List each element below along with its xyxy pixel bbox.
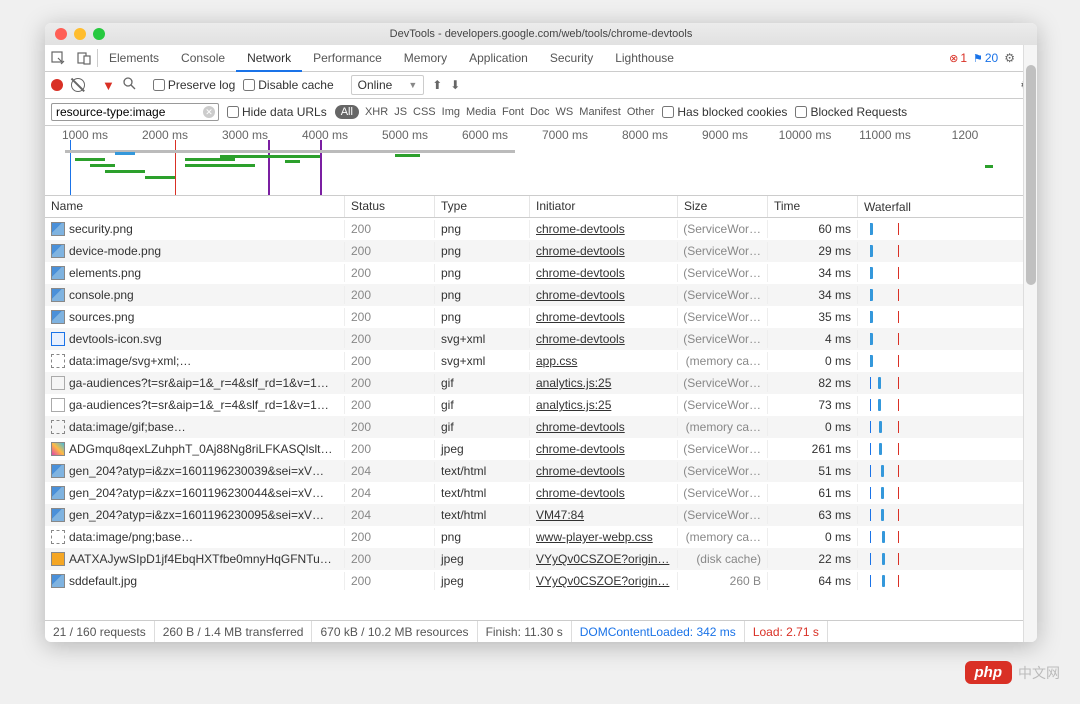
- settings-icon[interactable]: ⚙: [1004, 51, 1015, 65]
- status-load: Load: 2.71 s: [745, 621, 828, 642]
- table-row[interactable]: ADGmqu8qexLZuhphT_0Aj88Ng8riLFKASQlslt…2…: [45, 438, 1037, 460]
- file-icon: [51, 552, 65, 566]
- filter-type-xhr[interactable]: XHR: [365, 106, 388, 118]
- record-button[interactable]: [51, 79, 63, 91]
- download-icon[interactable]: ⬇: [450, 78, 460, 92]
- table-row[interactable]: console.png200pngchrome-devtools(Service…: [45, 284, 1037, 306]
- col-status: Status: [345, 196, 435, 217]
- file-icon: [51, 332, 65, 346]
- table-row[interactable]: data:image/png;base…200pngwww-player-web…: [45, 526, 1037, 548]
- tab-elements[interactable]: Elements: [98, 45, 170, 72]
- file-icon: [51, 310, 65, 324]
- filter-type-font[interactable]: Font: [502, 106, 524, 118]
- device-toggle-icon[interactable]: [71, 45, 97, 71]
- watermark: php 中文网: [965, 661, 1061, 684]
- preserve-log-checkbox[interactable]: Preserve log: [153, 78, 235, 92]
- hide-data-urls-checkbox[interactable]: Hide data URLs: [227, 105, 327, 119]
- table-row[interactable]: sources.png200pngchrome-devtools(Service…: [45, 306, 1037, 328]
- upload-icon[interactable]: ⬆: [432, 78, 442, 92]
- file-icon: [51, 288, 65, 302]
- col-name: Name: [45, 196, 345, 217]
- tab-memory[interactable]: Memory: [393, 45, 458, 72]
- table-row[interactable]: ga-audiences?t=sr&aip=1&_r=4&slf_rd=1&v=…: [45, 394, 1037, 416]
- file-icon: [51, 530, 65, 544]
- col-time: Time: [768, 196, 858, 217]
- status-requests: 21 / 160 requests: [45, 621, 155, 642]
- table-row[interactable]: ga-audiences?t=sr&aip=1&_r=4&slf_rd=1&v=…: [45, 372, 1037, 394]
- file-icon: [51, 486, 65, 500]
- file-icon: [51, 354, 65, 368]
- table-row[interactable]: elements.png200pngchrome-devtools(Servic…: [45, 262, 1037, 284]
- tab-application[interactable]: Application: [458, 45, 539, 72]
- table-row[interactable]: gen_204?atyp=i&zx=1601196230044&sei=xV…2…: [45, 482, 1037, 504]
- col-initiator: Initiator: [530, 196, 678, 217]
- tab-security[interactable]: Security: [539, 45, 604, 72]
- table-row[interactable]: AATXAJywSIpD1jf4EbqHXTfbe0mnyHqGFNTu…200…: [45, 548, 1037, 570]
- col-waterfall: Waterfall▲: [858, 196, 1037, 217]
- file-icon: [51, 420, 65, 434]
- status-finish: Finish: 11.30 s: [478, 621, 572, 642]
- clear-button[interactable]: [71, 78, 85, 92]
- file-icon: [51, 508, 65, 522]
- filter-type-css[interactable]: CSS: [413, 106, 436, 118]
- file-icon: [51, 266, 65, 280]
- file-icon: [51, 442, 65, 456]
- error-badge[interactable]: ⊗1: [949, 51, 967, 65]
- tab-network[interactable]: Network: [236, 45, 302, 72]
- window-titlebar: DevTools - developers.google.com/web/too…: [45, 23, 1037, 45]
- col-size: Size: [678, 196, 768, 217]
- filter-type-media[interactable]: Media: [466, 106, 496, 118]
- table-row[interactable]: data:image/gif;base…200gifchrome-devtool…: [45, 416, 1037, 438]
- status-domcontentloaded: DOMContentLoaded: 342 ms: [572, 621, 745, 642]
- table-row[interactable]: gen_204?atyp=i&zx=1601196230039&sei=xV…2…: [45, 460, 1037, 482]
- table-row[interactable]: devtools-icon.svg200svg+xmlchrome-devtoo…: [45, 328, 1037, 350]
- filter-type-img[interactable]: Img: [442, 106, 460, 118]
- filter-input[interactable]: ✕: [51, 103, 219, 121]
- blocked-cookies-checkbox[interactable]: Has blocked cookies: [662, 105, 787, 119]
- status-bar: 21 / 160 requests 260 B / 1.4 MB transfe…: [45, 620, 1037, 642]
- file-icon: [51, 222, 65, 236]
- status-resources: 670 kB / 10.2 MB resources: [312, 621, 477, 642]
- filter-type-ws[interactable]: WS: [556, 106, 574, 118]
- filter-toggle-icon[interactable]: ▼: [102, 78, 115, 93]
- table-row[interactable]: data:image/svg+xml;…200svg+xmlapp.css(me…: [45, 350, 1037, 372]
- file-icon: [51, 398, 65, 412]
- tab-console[interactable]: Console: [170, 45, 236, 72]
- file-icon: [51, 574, 65, 588]
- messages-badge[interactable]: ⚑20: [973, 51, 998, 65]
- filter-type-manifest[interactable]: Manifest: [579, 106, 621, 118]
- table-row[interactable]: gen_204?atyp=i&zx=1601196230095&sei=xV…2…: [45, 504, 1037, 526]
- table-row[interactable]: sddefault.jpg200jpegVYyQv0CSZOE?origin…2…: [45, 570, 1037, 592]
- filter-type-doc[interactable]: Doc: [530, 106, 550, 118]
- col-type: Type: [435, 196, 530, 217]
- file-icon: [51, 464, 65, 478]
- tab-lighthouse[interactable]: Lighthouse: [604, 45, 685, 72]
- throttle-dropdown[interactable]: Online▼: [351, 75, 425, 95]
- table-row[interactable]: security.png200pngchrome-devtools(Servic…: [45, 218, 1037, 240]
- timeline-overview[interactable]: 1000 ms2000 ms3000 ms4000 ms5000 ms6000 …: [45, 126, 1037, 196]
- blocked-requests-checkbox[interactable]: Blocked Requests: [795, 105, 907, 119]
- inspect-icon[interactable]: [45, 45, 71, 71]
- scrollbar[interactable]: [1023, 196, 1037, 620]
- file-icon: [51, 376, 65, 390]
- window-title: DevTools - developers.google.com/web/too…: [45, 28, 1037, 40]
- network-table-header[interactable]: Name Status Type Initiator Size Time Wat…: [45, 196, 1037, 218]
- file-icon: [51, 244, 65, 258]
- filter-type-other[interactable]: Other: [627, 106, 655, 118]
- disable-cache-checkbox[interactable]: Disable cache: [243, 78, 333, 92]
- filter-type-js[interactable]: JS: [394, 106, 407, 118]
- search-icon[interactable]: [123, 77, 136, 93]
- filter-type-all[interactable]: All: [335, 105, 359, 119]
- tab-performance[interactable]: Performance: [302, 45, 393, 72]
- table-row[interactable]: device-mode.png200pngchrome-devtools(Ser…: [45, 240, 1037, 262]
- status-transferred: 260 B / 1.4 MB transferred: [155, 621, 313, 642]
- clear-filter-icon[interactable]: ✕: [203, 106, 215, 118]
